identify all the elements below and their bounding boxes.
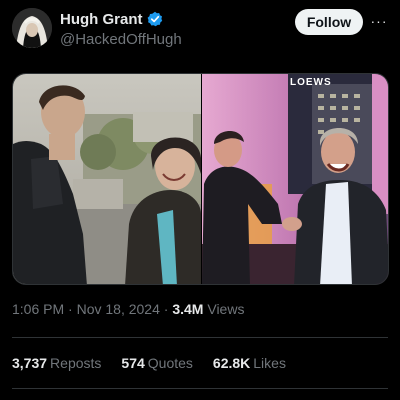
- evening-event-two-men-laughing[interactable]: LOEWS: [202, 74, 388, 284]
- likes-stat[interactable]: 62.8K Likes: [213, 355, 286, 371]
- media-grid[interactable]: LOEWS: [12, 73, 389, 285]
- quotes-stat[interactable]: 574 Quotes: [121, 355, 193, 371]
- likes-label: Likes: [253, 355, 286, 371]
- loews-sign: LOEWS: [290, 77, 332, 88]
- avatar[interactable]: [12, 8, 52, 48]
- post-date[interactable]: Nov 18, 2024: [77, 301, 160, 317]
- quotes-count: 574: [121, 355, 145, 371]
- reposts-label: Reposts: [50, 355, 102, 371]
- display-name[interactable]: Hugh Grant: [60, 11, 143, 28]
- post-timestamp-row: 1:06 PM · Nov 18, 2024 · 3.4M Views: [12, 301, 244, 317]
- divider: [12, 337, 388, 338]
- divider: [12, 388, 388, 389]
- film-still-two-people-street[interactable]: [13, 74, 201, 284]
- quotes-label: Quotes: [147, 355, 193, 371]
- engagement-stats: 3,737 Reposts 574 Quotes 62.8K Likes: [12, 355, 306, 371]
- views-count: 3.4M: [172, 301, 204, 317]
- meta-separator: ·: [163, 301, 169, 317]
- author-handle[interactable]: @HackedOffHugh: [60, 31, 182, 48]
- post-time[interactable]: 1:06 PM: [12, 301, 64, 317]
- views-label: Views: [207, 301, 245, 317]
- reposts-count: 3,737: [12, 355, 48, 371]
- author-names: Hugh Grant @HackedOffHugh: [60, 9, 182, 49]
- display-name-row: Hugh Grant: [60, 9, 182, 29]
- meta-separator: ·: [68, 301, 73, 317]
- likes-count: 62.8K: [212, 355, 251, 371]
- more-options-icon[interactable]: ···: [370, 12, 388, 30]
- follow-button[interactable]: Follow: [295, 9, 363, 35]
- verified-badge-icon[interactable]: [147, 11, 163, 27]
- reposts-stat[interactable]: 3,737 Reposts: [12, 355, 101, 371]
- nun-avatar-image: [12, 8, 52, 48]
- post-header: Hugh Grant @HackedOffHugh Follow ···: [12, 6, 388, 50]
